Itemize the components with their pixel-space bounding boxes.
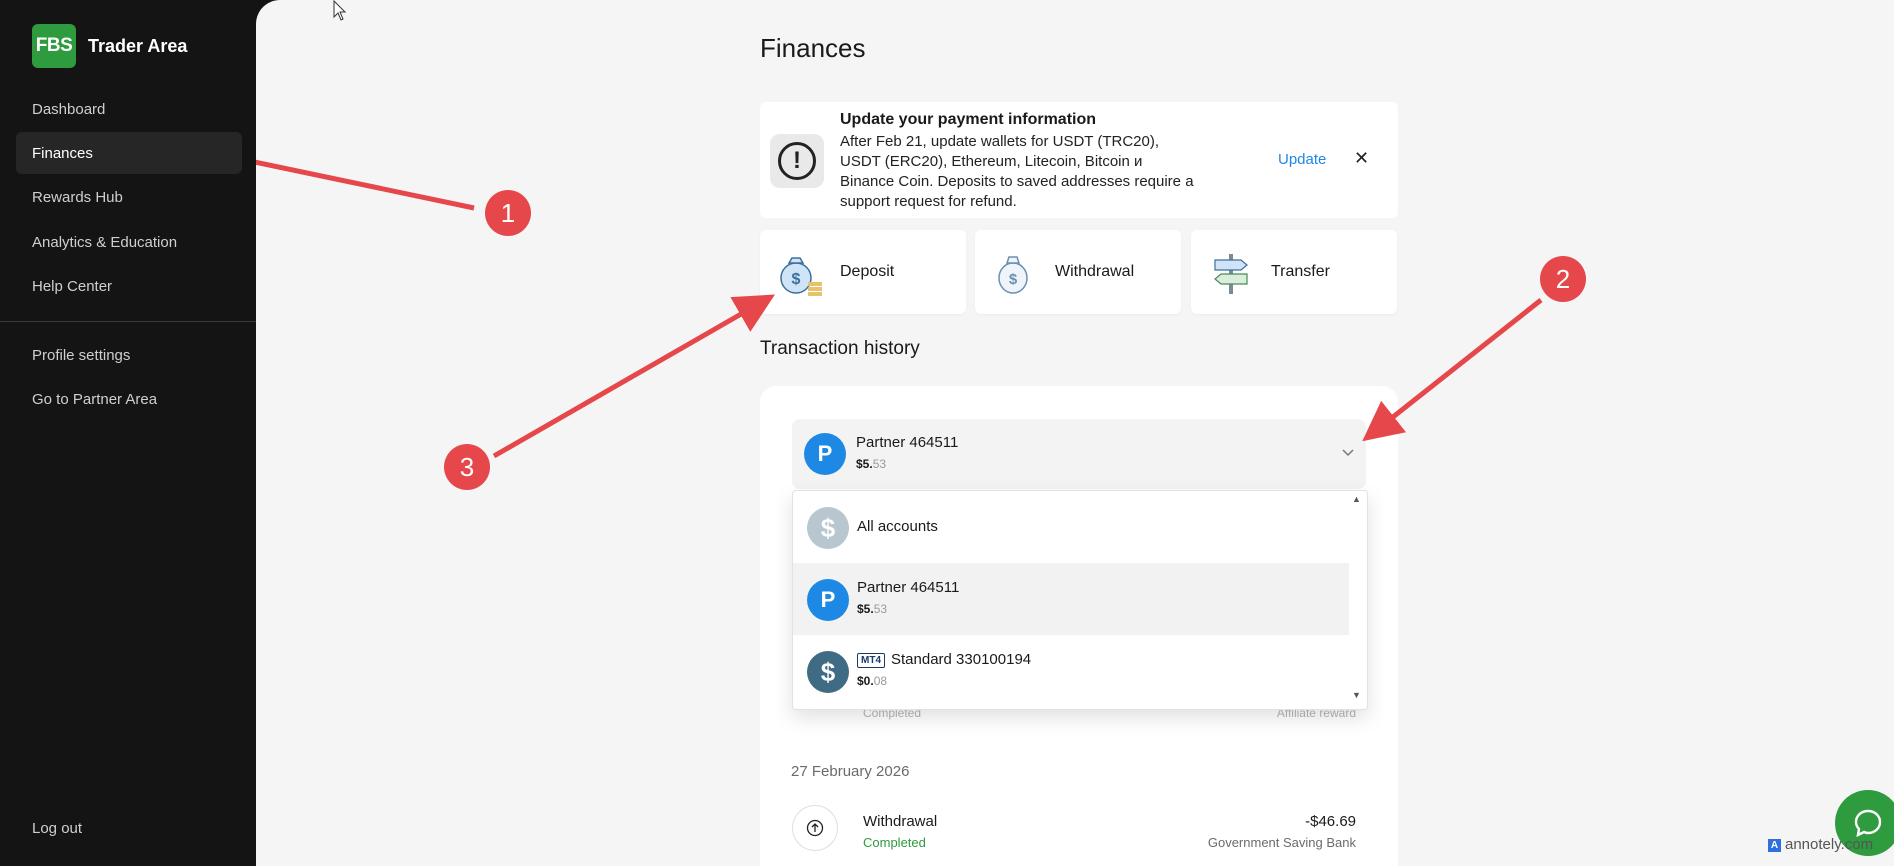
- sidebar-divider: [0, 321, 256, 322]
- annotely-logo-icon: A: [1768, 838, 1781, 852]
- sidebar-item-partner-area[interactable]: Go to Partner Area: [16, 378, 242, 420]
- annotation-marker-3: 3: [444, 444, 490, 490]
- sidebar-item-finances[interactable]: Finances: [16, 132, 242, 174]
- logo[interactable]: FBS Trader Area: [32, 24, 187, 68]
- fbs-logo-mark: FBS: [32, 24, 76, 68]
- sidebar-item-dashboard[interactable]: Dashboard: [16, 88, 242, 130]
- app-title: Trader Area: [88, 35, 188, 56]
- annotation-marker-1: 1: [485, 190, 531, 236]
- sidebar-item-analytics-education[interactable]: Analytics & Education: [16, 221, 242, 263]
- sidebar-item-rewards-hub[interactable]: Rewards Hub: [16, 176, 242, 218]
- watermark: Aannotely.com: [1768, 836, 1873, 853]
- annotation-marker-2: 2: [1540, 256, 1586, 302]
- main-content: Finances ! Update your payment informati…: [256, 0, 1894, 866]
- annotation-arrow-1: [256, 159, 475, 211]
- sidebar: FBS Trader Area Dashboard Finances Rewar…: [0, 0, 256, 866]
- sidebar-item-help-center[interactable]: Help Center: [16, 265, 242, 307]
- logout-button[interactable]: Log out: [16, 807, 242, 849]
- annotation-arrows: [256, 159, 1543, 459]
- sidebar-item-profile-settings[interactable]: Profile settings: [16, 334, 242, 376]
- annotation-arrow-2: [1362, 298, 1543, 442]
- annotation-arrow-3: [492, 294, 776, 459]
- chat-icon: [1854, 809, 1882, 838]
